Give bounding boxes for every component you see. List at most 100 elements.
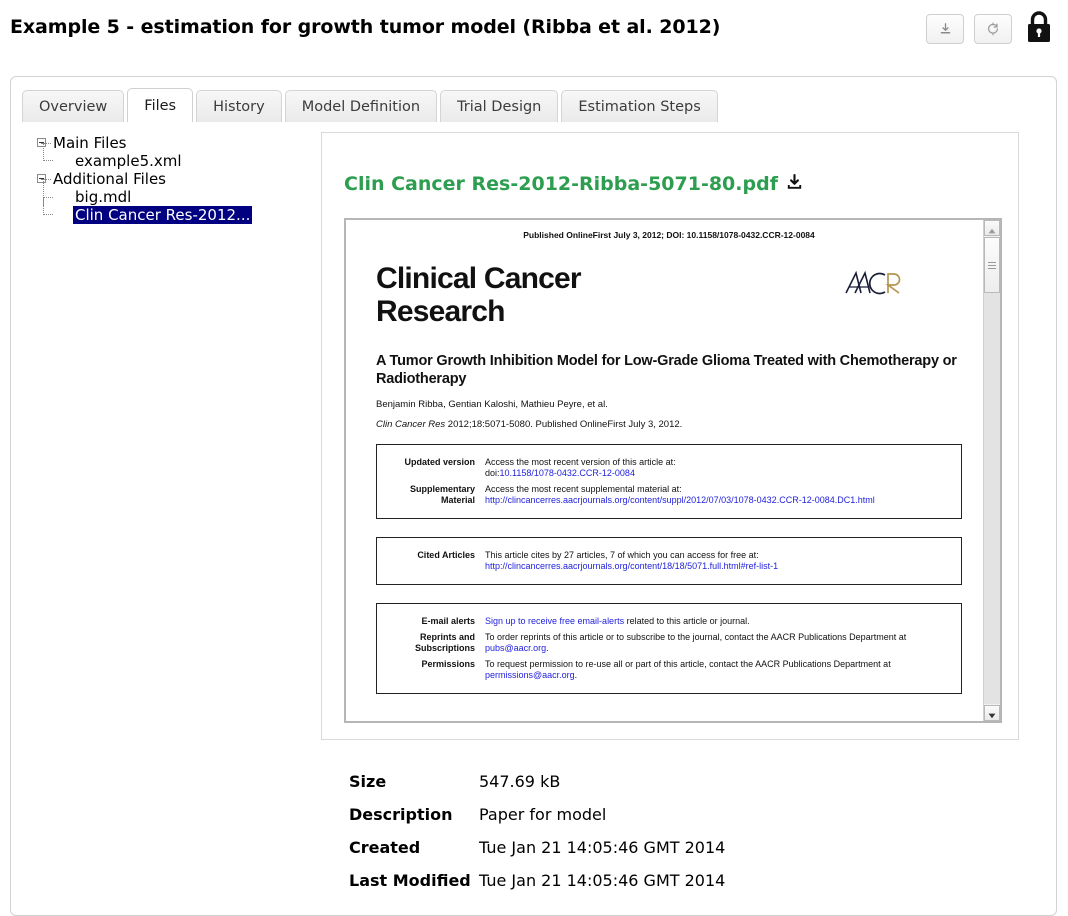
pdf-info-text: Access the most recent supplemental mate… (485, 484, 682, 494)
pdf-info-value: This article cites by 27 articles, 7 of … (485, 550, 955, 572)
download-button[interactable] (926, 14, 964, 44)
tab-model-definition[interactable]: Model Definition (284, 90, 438, 122)
pdf-info-row: Permissions To request permission to re-… (377, 659, 955, 681)
pdf-info-row: E-mail alerts Sign up to receive free em… (377, 616, 955, 627)
pdf-info-row: Supplementary Material Access the most r… (377, 484, 955, 506)
tree-item-additional-files[interactable]: Additional Files (37, 170, 309, 188)
pdf-info-label: Permissions (421, 659, 475, 669)
tree-connector (43, 143, 53, 161)
thumb-grip (988, 267, 996, 269)
pdf-page-1: Published OnlineFirst July 3, 2012; DOI:… (358, 220, 980, 721)
pdf-authors: Benjamin Ribba, Gentian Kaloshi, Mathieu… (376, 399, 608, 410)
metadata-value: 547.69 kB (479, 772, 561, 791)
pdf-info-label: Supplementary Material (409, 484, 475, 505)
pdf-info-row: Reprints and Subscriptions To order repr… (377, 632, 955, 654)
pdf-info-link[interactable]: http://clincancerres.aacrjournals.org/co… (485, 495, 875, 505)
tree-item-label: Additional Files (53, 170, 166, 188)
pdf-info-label: Cited Articles (417, 550, 475, 560)
pdf-info-value: Access the most recent supplemental mate… (485, 484, 955, 506)
pdf-info-text: Access the most recent version of this a… (485, 457, 676, 467)
file-detail-pane: Clin Cancer Res-2012-Ribba-5071-80.pdf P… (311, 122, 1056, 915)
pdf-preview-viewer[interactable]: Published OnlineFirst July 3, 2012; DOI:… (344, 218, 1002, 723)
files-panel-container: Overview Files History Model Definition … (10, 76, 1057, 916)
pdf-scrollbar[interactable] (983, 220, 1000, 721)
tab-label: Trial Design (457, 98, 542, 115)
pdf-info-label: E-mail alerts (421, 616, 475, 626)
pdf-citation-journal: Clin Cancer Res (376, 419, 446, 430)
tab-label: Estimation Steps (578, 98, 701, 115)
tree-item-main-files[interactable]: Main Files (37, 134, 309, 152)
download-icon (939, 22, 952, 36)
aacr-logo-icon (844, 266, 906, 300)
pdf-info-value: Sign up to receive free email-alerts rel… (485, 616, 955, 627)
pdf-info-suffix: . (546, 643, 549, 653)
scrollbar-thumb[interactable] (984, 237, 1000, 293)
pdf-citation: Clin Cancer Res 2012;18:5071-5080. Publi… (376, 419, 962, 430)
metadata-row: Last Modified Tue Jan 21 14:05:46 GMT 20… (349, 871, 1019, 890)
tree-item-clin-cancer-res-pdf[interactable]: Clin Cancer Res-2012... (37, 197, 309, 224)
thumb-grip (988, 261, 996, 263)
pdf-info-text: To request permission to re-use all or p… (485, 659, 891, 669)
pdf-citation-rest: 2012;18:5071-5080. Published OnlineFirst… (445, 419, 683, 430)
file-tree: Main Files example5.xml Additional Files… (11, 122, 309, 915)
tree-item-example5-xml[interactable]: example5.xml (37, 143, 309, 170)
tab-bar: Overview Files History Model Definition … (22, 88, 718, 123)
metadata-value: Tue Jan 21 14:05:46 GMT 2014 (479, 871, 726, 890)
file-name-label: Clin Cancer Res-2012-Ribba-5071-80.pdf (344, 173, 778, 195)
pdf-info-text: This article cites by 27 articles, 7 of … (485, 550, 759, 560)
page-header: Example 5 - estimation for growth tumor … (0, 0, 1068, 62)
lock-button[interactable] (1024, 10, 1054, 48)
tab-label: Files (144, 97, 177, 114)
pdf-info-box-versions: Updated version Access the most recent v… (376, 444, 962, 519)
scrollbar-track[interactable] (984, 237, 1000, 704)
pdf-published-line: Published OnlineFirst July 3, 2012; DOI:… (523, 230, 815, 240)
pdf-info-text: To order reprints of this article or to … (485, 632, 907, 642)
pdf-info-value: To order reprints of this article or to … (485, 632, 955, 654)
scroll-up-button[interactable] (984, 220, 1000, 236)
pdf-article-title: A Tumor Growth Inhibition Model for Low-… (376, 353, 957, 387)
metadata-value: Tue Jan 21 14:05:46 GMT 2014 (479, 838, 726, 857)
scroll-down-arrow-icon (988, 704, 996, 722)
scroll-up-arrow-icon (988, 220, 996, 238)
metadata-key: Size (349, 772, 387, 791)
pdf-info-label: Updated version (404, 457, 475, 467)
pdf-info-box-cited-articles: Cited Articles This article cites by 27 … (376, 537, 962, 585)
tree-item-label: example5.xml (75, 152, 182, 170)
download-icon[interactable] (786, 174, 803, 196)
journal-masthead: Clinical Cancer Research (376, 262, 962, 342)
file-name-download-link[interactable]: Clin Cancer Res-2012-Ribba-5071-80.pdf (344, 173, 803, 195)
thumb-grip (988, 264, 996, 266)
file-metadata-list: Size 547.69 kB Description Paper for mod… (321, 758, 1019, 890)
tab-estimation-steps[interactable]: Estimation Steps (561, 90, 718, 122)
tree-item-label: Clin Cancer Res-2012... (73, 206, 253, 224)
pdf-info-row: Cited Articles This article cites by 27 … (377, 550, 955, 572)
tab-history[interactable]: History (196, 90, 282, 122)
tab-files[interactable]: Files (127, 88, 194, 123)
tab-label: Model Definition (301, 98, 421, 115)
lock-icon (1026, 10, 1052, 48)
tab-label: History (213, 98, 265, 115)
refresh-icon (986, 22, 1000, 36)
pdf-info-prefix: doi: (485, 468, 500, 478)
pdf-info-link[interactable]: pubs@aacr.org (485, 643, 546, 653)
pdf-info-label: Reprints and Subscriptions (414, 632, 475, 653)
tab-overview[interactable]: Overview (22, 90, 125, 122)
pdf-info-link[interactable]: permissions@aacr.org (485, 670, 575, 680)
files-tab-body: Main Files example5.xml Additional Files… (11, 122, 1056, 915)
pdf-info-link[interactable]: http://clincancerres.aacrjournals.org/co… (485, 561, 778, 571)
pdf-info-row: Updated version Access the most recent v… (377, 457, 955, 479)
header-actions (926, 10, 1054, 48)
metadata-row: Created Tue Jan 21 14:05:46 GMT 2014 (349, 838, 1019, 857)
metadata-row: Size 547.69 kB (349, 772, 1019, 791)
pdf-info-value: Access the most recent version of this a… (485, 457, 955, 479)
pdf-info-link[interactable]: 10.1158/1078-0432.CCR-12-0084 (500, 468, 635, 478)
refresh-button[interactable] (974, 14, 1012, 44)
metadata-value: Paper for model (479, 805, 607, 824)
metadata-key: Last Modified (349, 871, 471, 890)
pdf-info-link[interactable]: Sign up to receive free email-alerts (485, 616, 624, 626)
scroll-down-button[interactable] (984, 705, 1000, 721)
pdf-info-text: related to this article or journal. (624, 616, 750, 626)
tree-item-label: Main Files (53, 134, 127, 152)
tree-item-big-mdl[interactable]: big.mdl (37, 179, 309, 206)
tab-trial-design[interactable]: Trial Design (440, 90, 559, 122)
